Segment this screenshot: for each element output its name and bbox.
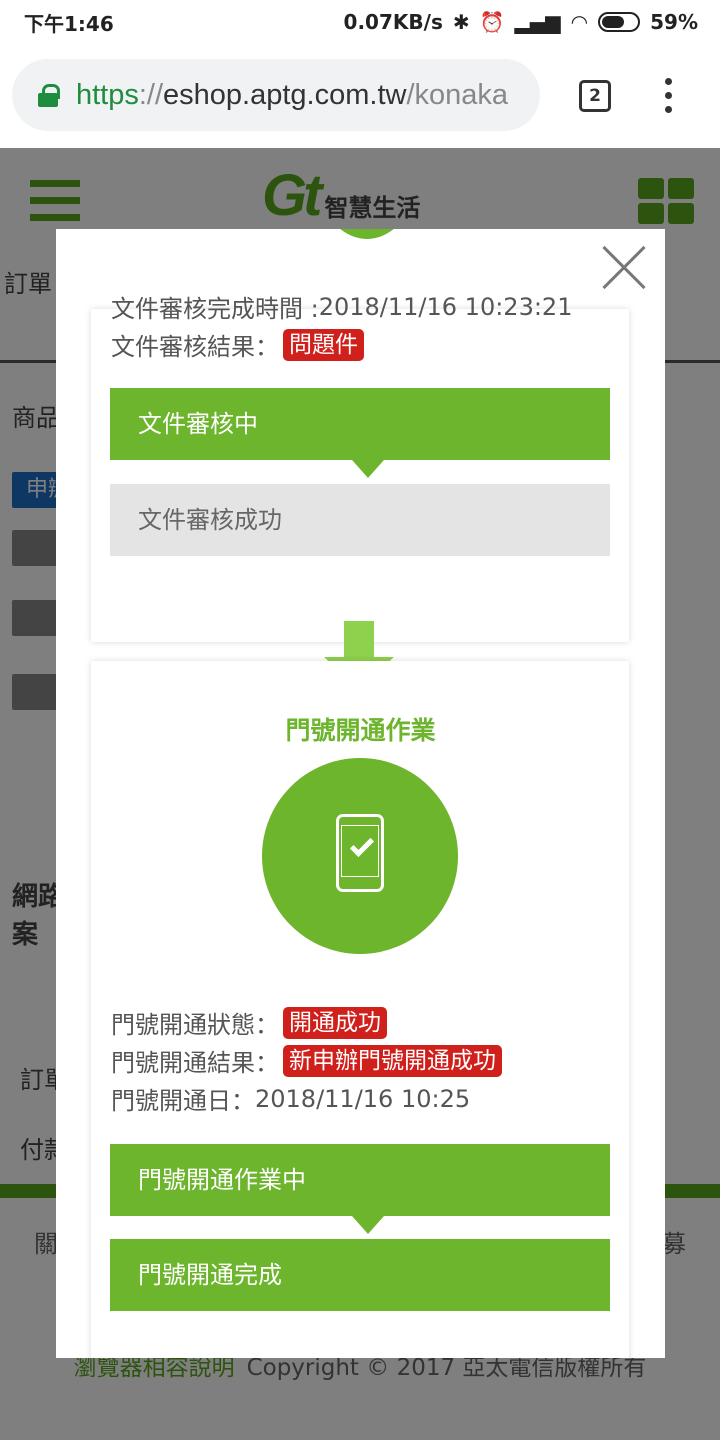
address-bar[interactable]: https://eshop.aptg.com.tw/konaka bbox=[12, 59, 540, 131]
lock-icon[interactable] bbox=[38, 84, 60, 107]
phone-check-icon bbox=[336, 814, 384, 892]
order-progress-modal: 文件審核完成時間 :2018/11/16 10:23:21 文件審核結果： 問題件… bbox=[56, 229, 665, 1358]
doc-review-result: 文件審核結果： 問題件 bbox=[111, 327, 364, 362]
wifi-icon: ◠ bbox=[570, 10, 589, 34]
browser-toolbar: https://eshop.aptg.com.tw/konaka 2 bbox=[0, 44, 720, 148]
close-icon[interactable] bbox=[601, 245, 647, 291]
bluetooth-icon: ✱ bbox=[452, 10, 470, 34]
activation-title: 門號開通作業 bbox=[285, 716, 436, 745]
status-bar: 下午1:46 0.07KB/s ✱ ⏰ ▂▄▆ ◠ 59% bbox=[0, 0, 720, 44]
tabs-icon[interactable]: 2 bbox=[579, 80, 611, 112]
status-icons: 0.07KB/s ✱ ⏰ ▂▄▆ ◠ 59% bbox=[344, 10, 698, 34]
step-doc-reviewing: 文件審核中 bbox=[110, 388, 610, 460]
activation-step-circle bbox=[262, 758, 458, 954]
url-text[interactable]: https://eshop.aptg.com.tw/konaka bbox=[76, 79, 508, 112]
alarm-icon: ⏰ bbox=[479, 10, 505, 34]
step-connector bbox=[352, 1216, 384, 1234]
step-circle-edge bbox=[307, 229, 427, 239]
activation-status: 門號開通狀態： 開通成功 bbox=[111, 1005, 387, 1040]
step-activation-in-progress: 門號開通作業中 bbox=[110, 1144, 610, 1216]
doc-review-time: 文件審核完成時間 :2018/11/16 10:23:21 bbox=[111, 292, 573, 324]
activation-date: 門號開通日： 2018/11/16 10:25 bbox=[111, 1084, 471, 1116]
status-badge: 新申辦門號開通成功 bbox=[283, 1044, 502, 1077]
status-time: 下午1:46 bbox=[24, 11, 114, 36]
status-badge: 問題件 bbox=[283, 328, 364, 361]
battery-icon bbox=[598, 12, 641, 32]
step-connector bbox=[352, 460, 384, 478]
status-badge: 開通成功 bbox=[283, 1006, 387, 1039]
activation-result: 門號開通結果： 新申辦門號開通成功 bbox=[111, 1043, 502, 1078]
battery-percent: 59% bbox=[650, 10, 698, 34]
step-activation-complete: 門號開通完成 bbox=[110, 1239, 610, 1311]
step-doc-review-success: 文件審核成功 bbox=[110, 484, 610, 556]
overflow-menu-icon[interactable] bbox=[660, 78, 676, 114]
network-speed: 0.07KB/s bbox=[343, 10, 443, 34]
signal-icon: ▂▄▆ bbox=[514, 10, 561, 34]
